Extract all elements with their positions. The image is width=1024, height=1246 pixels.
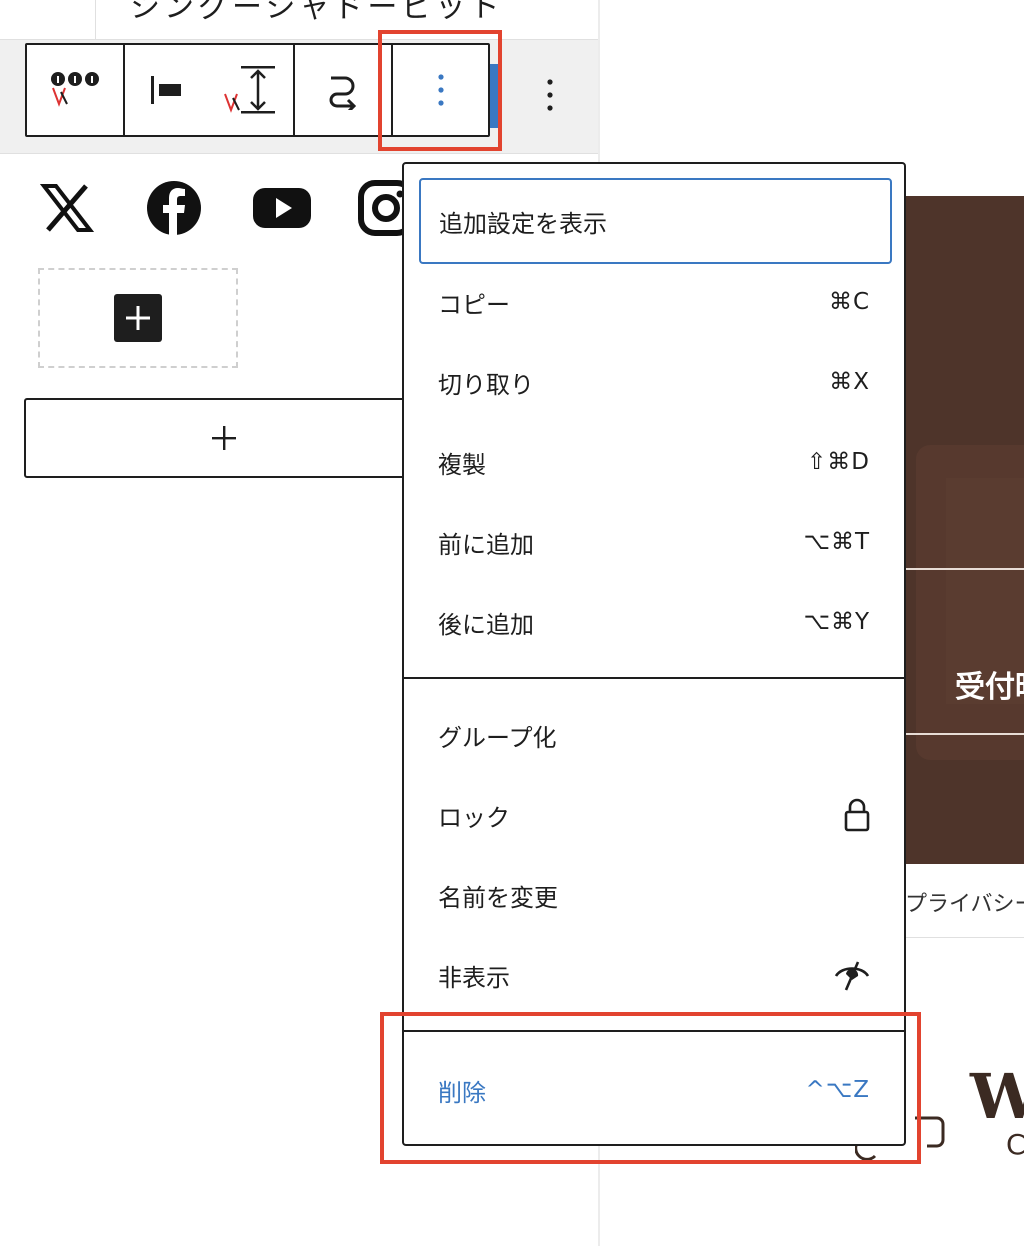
facebook-icon bbox=[147, 181, 201, 236]
add-block-appender[interactable] bbox=[24, 398, 424, 478]
menu-item-label: 非表示 bbox=[438, 963, 510, 992]
menu-item-duplicate[interactable]: 複製 ⇧⌘D bbox=[404, 422, 904, 502]
block-type-icon bbox=[51, 72, 99, 107]
lock-icon bbox=[844, 798, 870, 832]
menu-item-label: コピー bbox=[438, 290, 510, 319]
menu-item-shortcut: ⌘X bbox=[829, 369, 870, 395]
menu-item-shortcut: ⌥⌘T bbox=[803, 529, 870, 555]
highlight-delete bbox=[380, 1012, 921, 1164]
block-type-button[interactable] bbox=[27, 45, 123, 135]
menu-item-label: 切り取り bbox=[438, 370, 534, 399]
social-link-youtube[interactable] bbox=[252, 178, 358, 238]
youtube-icon bbox=[253, 188, 311, 228]
justify-left-button[interactable] bbox=[127, 45, 207, 135]
menu-item-group[interactable]: グループ化 bbox=[404, 695, 904, 775]
menu-item-show-more-settings[interactable]: 追加設定を表示 bbox=[419, 178, 892, 264]
editor-top-strip: シングーシャドービット bbox=[0, 0, 600, 40]
menu-item-rename[interactable]: 名前を変更 bbox=[404, 855, 904, 935]
partial-block-title: シングーシャドービット bbox=[130, 0, 504, 25]
block-options-menu: 追加設定を表示 コピー ⌘C 切り取り ⌘X 複製 ⇧⌘D 前に追加 ⌥⌘T 後… bbox=[402, 162, 906, 1146]
menu-item-insert-before[interactable]: 前に追加 ⌥⌘T bbox=[404, 502, 904, 582]
logo-subtext: C bbox=[1006, 1128, 1024, 1161]
menu-item-label: グループ化 bbox=[438, 723, 557, 752]
menu-item-label: 複製 bbox=[438, 450, 486, 479]
menu-separator bbox=[404, 677, 904, 679]
social-link-facebook[interactable] bbox=[146, 178, 252, 238]
vertical-spacing-button[interactable] bbox=[211, 45, 291, 135]
menu-item-shortcut: ⇧⌘D bbox=[807, 449, 870, 475]
block-appender-placeholder bbox=[38, 268, 238, 368]
reception-hours-text: 受付時 bbox=[955, 670, 1024, 705]
menu-item-label: 前に追加 bbox=[438, 530, 534, 559]
transform-icon bbox=[329, 76, 357, 110]
justify-left-icon bbox=[151, 76, 181, 104]
plus-icon bbox=[126, 306, 150, 330]
social-icons bbox=[40, 178, 464, 238]
plus-icon bbox=[212, 426, 236, 450]
menu-item-cut[interactable]: 切り取り ⌘X bbox=[404, 342, 904, 422]
privacy-link[interactable]: プライバシーポリシー bbox=[905, 886, 1024, 918]
add-block-button[interactable] bbox=[114, 294, 162, 342]
menu-item-label: 名前を変更 bbox=[438, 883, 558, 912]
highlight-more-options bbox=[378, 30, 502, 151]
menu-item-hide[interactable]: 非表示 bbox=[404, 935, 904, 1015]
menu-item-lock[interactable]: ロック bbox=[404, 775, 904, 855]
vertical-dots-icon bbox=[547, 79, 553, 111]
menu-item-insert-after[interactable]: 後に追加 ⌥⌘Y bbox=[404, 582, 904, 662]
menu-item-shortcut: ⌥⌘Y bbox=[803, 609, 870, 635]
vertical-spacing-icon bbox=[224, 66, 275, 114]
logo-mark: W bbox=[970, 1060, 1024, 1133]
transform-button[interactable] bbox=[295, 45, 391, 135]
parent-options-button[interactable] bbox=[535, 75, 565, 115]
x-logo-icon bbox=[40, 184, 94, 232]
social-link-x[interactable] bbox=[40, 178, 146, 238]
menu-item-label: 追加設定を表示 bbox=[439, 209, 607, 238]
eye-hidden-icon bbox=[834, 961, 870, 991]
menu-item-copy[interactable]: コピー ⌘C bbox=[404, 262, 904, 342]
menu-item-label: 後に追加 bbox=[438, 610, 534, 639]
menu-item-shortcut: ⌘C bbox=[828, 289, 870, 315]
menu-item-label: ロック bbox=[438, 803, 510, 832]
